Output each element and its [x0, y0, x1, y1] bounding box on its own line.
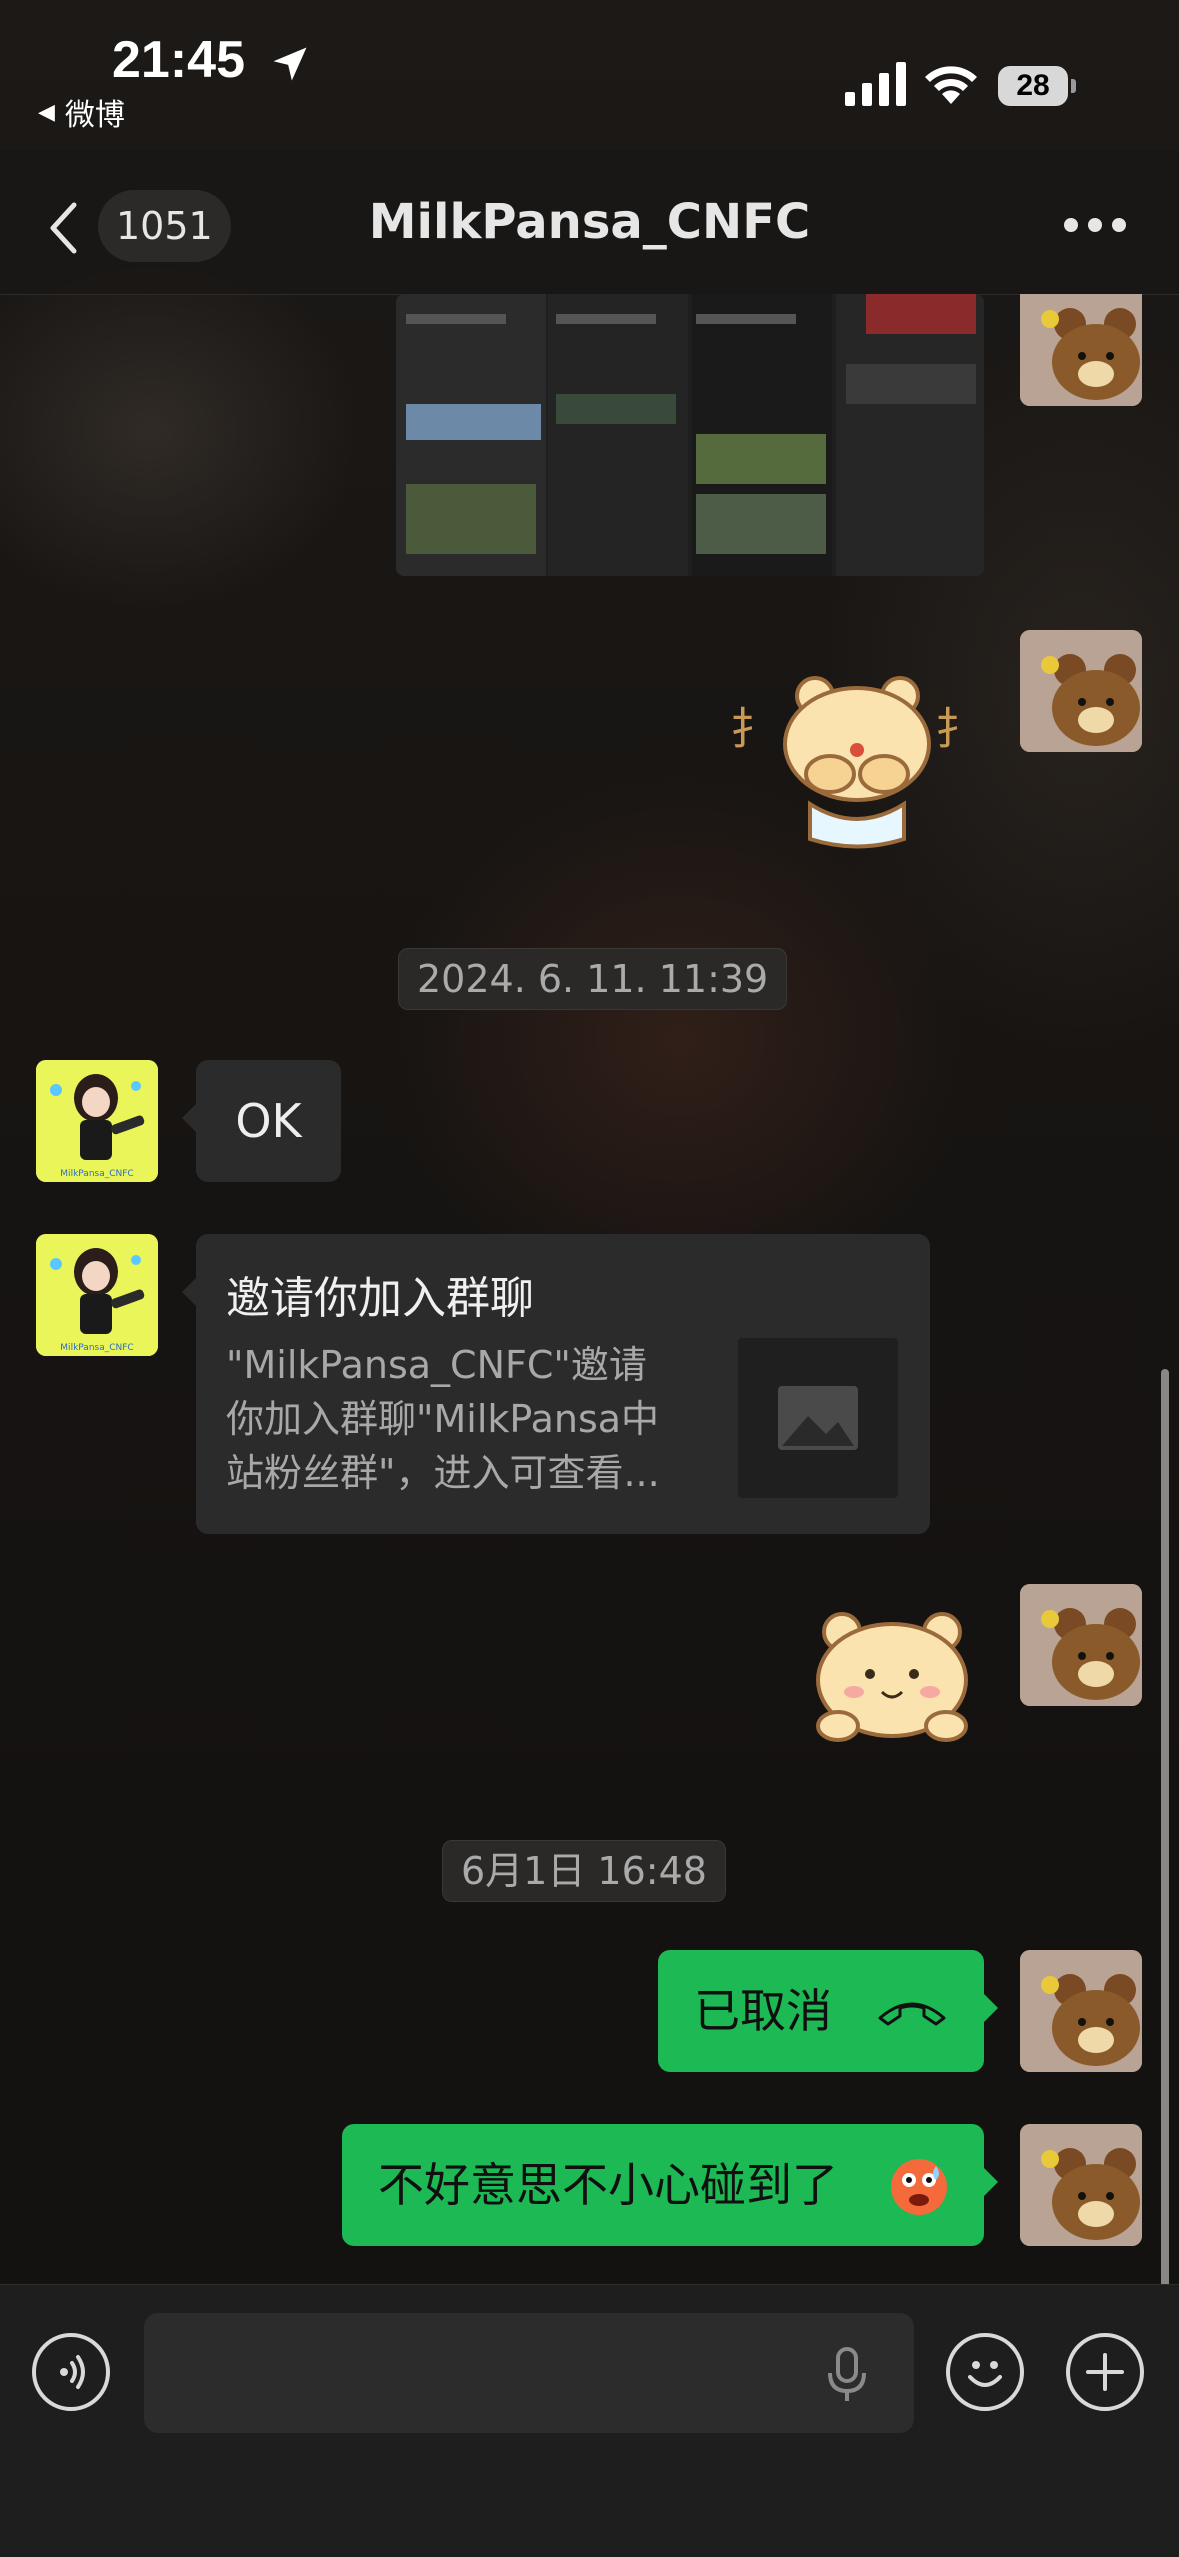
svg-text:⺘: ⺘	[935, 704, 979, 755]
message-input-bar	[0, 2284, 1179, 2557]
embarrassed-face-emoji-icon	[891, 2159, 947, 2215]
back-to-app-link[interactable]: ◀ 微博	[38, 90, 125, 134]
plus-icon	[1086, 2353, 1124, 2391]
invite-card-description: "MilkPansa_CNFC"邀请 你加入群聊"MilkPansa中 站粉丝群…	[226, 1343, 660, 1495]
smiling-bear-sticker[interactable]	[808, 1608, 978, 1748]
chat-title: MilkPansa_CNFC	[368, 194, 811, 250]
more-options-icon[interactable]	[1060, 218, 1130, 234]
status-time: 21:45	[112, 31, 245, 89]
my-avatar[interactable]	[1020, 630, 1142, 752]
received-message-bubble[interactable]: OK	[182, 1060, 341, 1182]
location-arrow-icon	[273, 47, 307, 81]
scroll-indicator[interactable]	[1161, 1369, 1169, 2284]
message-list[interactable]: ⺘ ⺘ 2024. 6. 11. 11:39 MilkPansa_CNFC OK	[0, 294, 1179, 2284]
microphone-icon[interactable]	[822, 2345, 872, 2405]
invite-card-thumbnail	[738, 1338, 898, 1498]
battery-indicator: 28	[998, 66, 1076, 106]
voice-mode-button[interactable]	[32, 2333, 110, 2411]
more-actions-button[interactable]	[1066, 2333, 1144, 2411]
group-invite-card[interactable]: 邀请你加入群聊 "MilkPansa_CNFC"邀请 你加入群聊"MilkPan…	[182, 1234, 930, 1534]
my-avatar[interactable]	[1020, 294, 1142, 406]
battery-level: 28	[998, 66, 1068, 106]
svg-text:⺘: ⺘	[730, 704, 774, 755]
back-app-label: 微博	[64, 98, 125, 133]
hang-up-phone-icon	[878, 2002, 946, 2026]
sent-message-bubble[interactable]: 不好意思不小心碰到了	[342, 2124, 998, 2246]
back-triangle-icon: ◀	[38, 99, 55, 125]
status-bar: 21:45 ◀ 微博 28	[0, 0, 1179, 150]
svg-text:MilkPansa_CNFC: MilkPansa_CNFC	[60, 1343, 133, 1353]
rilakkuma-avatar-image	[1020, 1950, 1142, 2072]
emoji-button[interactable]	[946, 2333, 1024, 2411]
rilakkuma-avatar-image	[1020, 1584, 1142, 1706]
cancelled-call-bubble[interactable]: 已取消	[658, 1950, 998, 2072]
rilakkuma-avatar-image	[1020, 2124, 1142, 2246]
call-status-text: 已取消	[694, 1984, 832, 2038]
screenshot-thumbnail-image	[396, 294, 984, 576]
wifi-icon	[925, 66, 977, 104]
message-text: OK	[235, 1094, 302, 1148]
image-message[interactable]	[396, 294, 984, 576]
rilakkuma-avatar-image	[1020, 294, 1142, 406]
message-timestamp: 6月1日 16:48	[442, 1840, 726, 1902]
my-avatar[interactable]	[1020, 1950, 1142, 2072]
rilakkuma-avatar-image	[1020, 630, 1142, 752]
cellular-signal-icon	[845, 62, 906, 106]
message-text: 不好意思不小心碰到了	[378, 2158, 838, 2212]
contact-avatar[interactable]: MilkPansa_CNFC	[36, 1234, 158, 1356]
voice-wave-icon	[60, 2355, 85, 2389]
chat-header: 1051 MilkPansa_CNFC	[0, 150, 1179, 295]
my-avatar[interactable]	[1020, 1584, 1142, 1706]
message-timestamp: 2024. 6. 11. 11:39	[398, 948, 788, 1010]
svg-text:MilkPansa_CNFC: MilkPansa_CNFC	[60, 1169, 133, 1179]
my-avatar[interactable]	[1020, 2124, 1142, 2246]
smiley-face-icon	[968, 2361, 1002, 2387]
bear-covering-face-sticker[interactable]: ⺘ ⺘	[730, 664, 980, 854]
contact-avatar[interactable]: MilkPansa_CNFC	[36, 1060, 158, 1182]
contact-avatar-image: MilkPansa_CNFC	[36, 1234, 158, 1356]
message-text-input[interactable]	[144, 2313, 914, 2433]
image-placeholder-icon	[778, 1386, 858, 1450]
invite-card-title: 邀请你加入群聊	[226, 1273, 534, 1324]
contact-avatar-image: MilkPansa_CNFC	[36, 1060, 158, 1182]
